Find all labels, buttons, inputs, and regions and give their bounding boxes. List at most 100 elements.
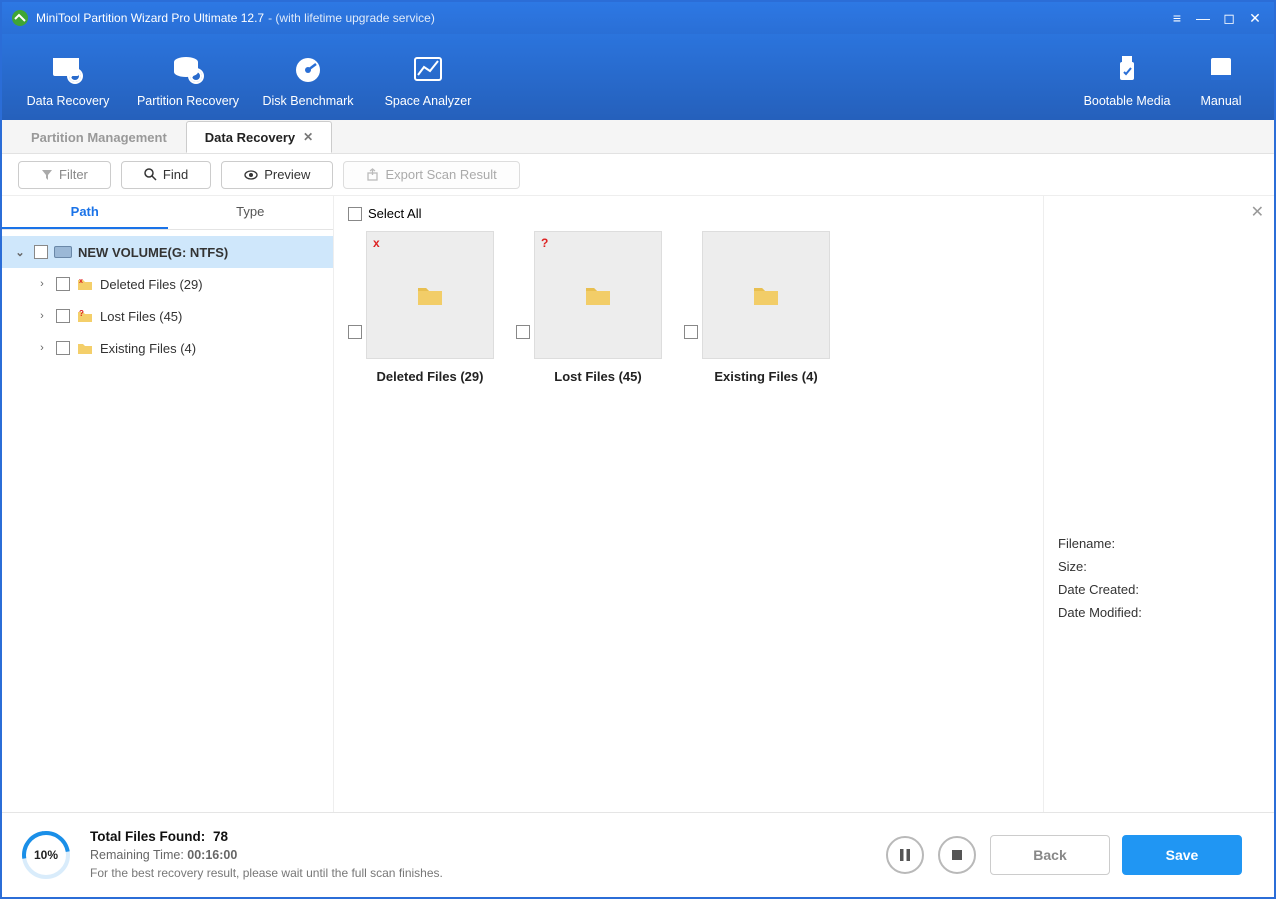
stop-button[interactable] <box>938 836 976 874</box>
cards-grid: x Deleted Files (29) ? Lost Files (45) <box>348 227 1029 384</box>
pause-button[interactable] <box>886 836 924 874</box>
ribbon-toolbar: Data Recovery Partition Recovery Disk Be… <box>2 34 1274 120</box>
card-existing-files[interactable] <box>702 231 830 359</box>
tree-label: Deleted Files (29) <box>100 277 203 292</box>
close-details-button[interactable]: ✕ <box>1251 202 1264 222</box>
save-button[interactable]: Save <box>1122 835 1242 875</box>
tree-view: ⌄ NEW VOLUME(G: NTFS) › x Deleted Files … <box>2 230 333 370</box>
tree-label: Existing Files (4) <box>100 341 196 356</box>
sidebar-subtabs: Path Type <box>2 196 333 230</box>
tree-item-deleted[interactable]: › x Deleted Files (29) <box>24 268 333 300</box>
chevron-right-icon[interactable]: › <box>34 278 50 290</box>
tool-partition-recovery[interactable]: Partition Recovery <box>128 46 248 108</box>
filter-button[interactable]: Filter <box>18 161 111 189</box>
menu-icon[interactable]: ≡ <box>1166 7 1188 29</box>
card-deleted-files[interactable]: x <box>366 231 494 359</box>
tool-label: Bootable Media <box>1080 94 1174 108</box>
deleted-badge-icon: x <box>373 236 380 250</box>
subtab-type[interactable]: Type <box>168 196 334 229</box>
chevron-down-icon[interactable]: ⌄ <box>12 246 28 259</box>
search-icon <box>144 168 157 181</box>
usb-icon <box>1080 50 1174 88</box>
button-label: Find <box>163 167 188 182</box>
tab-data-recovery[interactable]: Data Recovery ✕ <box>186 121 332 153</box>
tab-partition-management[interactable]: Partition Management <box>12 121 186 153</box>
button-label: Export Scan Result <box>385 167 496 182</box>
tool-data-recovery[interactable]: Data Recovery <box>8 46 128 108</box>
detail-filename: Filename: <box>1058 536 1260 551</box>
select-all-checkbox[interactable] <box>348 207 362 221</box>
minimize-button[interactable]: — <box>1192 7 1214 29</box>
book-icon <box>1174 50 1268 88</box>
window-subtitle: - (with lifetime upgrade service) <box>268 11 435 25</box>
tree-root[interactable]: ⌄ NEW VOLUME(G: NTFS) <box>2 236 333 268</box>
preview-button[interactable]: Preview <box>221 161 333 189</box>
close-icon[interactable]: ✕ <box>303 130 313 144</box>
tool-label: Space Analyzer <box>368 94 488 108</box>
footer-hint: For the best recovery result, please wai… <box>90 866 443 880</box>
total-files-value: 78 <box>213 829 228 844</box>
card-checkbox[interactable] <box>684 325 698 339</box>
tool-manual[interactable]: Manual <box>1174 46 1268 108</box>
card-item: Existing Files (4) <box>684 231 830 384</box>
export-icon <box>366 168 379 181</box>
tool-label: Disk Benchmark <box>248 94 368 108</box>
action-bar: Filter Find Preview Export Scan Result <box>2 154 1274 196</box>
checkbox[interactable] <box>56 277 70 291</box>
tool-bootable-media[interactable]: Bootable Media <box>1080 46 1174 108</box>
folder-icon <box>752 283 780 307</box>
select-all-row: Select All <box>348 206 1029 221</box>
remaining-time-value: 00:16:00 <box>187 848 237 862</box>
chevron-right-icon[interactable]: › <box>34 310 50 322</box>
folder-deleted-icon: x <box>76 276 94 292</box>
find-button[interactable]: Find <box>121 161 211 189</box>
card-item: x Deleted Files (29) <box>348 231 494 384</box>
folder-icon <box>584 283 612 307</box>
card-label: Deleted Files (29) <box>377 369 484 384</box>
content-pane: Select All x Deleted Files (29) ? <box>334 196 1044 812</box>
checkbox[interactable] <box>34 245 48 259</box>
folder-icon <box>76 340 94 356</box>
detail-modified: Date Modified: <box>1058 605 1260 620</box>
card-lost-files[interactable]: ? <box>534 231 662 359</box>
button-label: Filter <box>59 167 88 182</box>
progress-ring: 10% <box>22 831 70 879</box>
detail-created: Date Created: <box>1058 582 1260 597</box>
tool-disk-benchmark[interactable]: Disk Benchmark <box>248 46 368 108</box>
subtab-path[interactable]: Path <box>2 196 168 229</box>
svg-text:x: x <box>79 278 83 285</box>
document-tabs: Partition Management Data Recovery ✕ <box>2 120 1274 154</box>
drive-icon <box>54 244 72 260</box>
export-button: Export Scan Result <box>343 161 519 189</box>
tool-space-analyzer[interactable]: Space Analyzer <box>368 46 488 108</box>
back-button[interactable]: Back <box>990 835 1110 875</box>
folder-icon <box>416 283 444 307</box>
close-button[interactable]: ✕ <box>1244 7 1266 29</box>
tree-item-existing[interactable]: › Existing Files (4) <box>24 332 333 364</box>
funnel-icon <box>41 169 53 181</box>
button-label: Preview <box>264 167 310 182</box>
app-logo-icon <box>10 8 30 28</box>
tree-item-lost[interactable]: › ? Lost Files (45) <box>24 300 333 332</box>
detail-size: Size: <box>1058 559 1260 574</box>
card-item: ? Lost Files (45) <box>516 231 662 384</box>
details-pane: ✕ Filename: Size: Date Created: Date Mod… <box>1044 196 1274 812</box>
select-all-label: Select All <box>368 206 421 221</box>
progress-percent: 10% <box>26 835 66 875</box>
card-checkbox[interactable] <box>516 325 530 339</box>
checkbox[interactable] <box>56 309 70 323</box>
tree-label: Lost Files (45) <box>100 309 182 324</box>
titlebar: MiniTool Partition Wizard Pro Ultimate 1… <box>2 2 1274 34</box>
chevron-right-icon[interactable]: › <box>34 342 50 354</box>
folder-lost-icon: ? <box>76 308 94 324</box>
card-checkbox[interactable] <box>348 325 362 339</box>
footer: 10% Total Files Found: 78 Remaining Time… <box>2 812 1274 896</box>
total-files-label: Total Files Found: <box>90 829 205 844</box>
checkbox[interactable] <box>56 341 70 355</box>
data-recovery-icon <box>8 50 128 88</box>
partition-recovery-icon <box>128 50 248 88</box>
disk-benchmark-icon <box>248 50 368 88</box>
tab-label: Partition Management <box>31 130 167 145</box>
maximize-button[interactable]: ◻ <box>1218 7 1240 29</box>
window-title: MiniTool Partition Wizard Pro Ultimate 1… <box>36 11 264 25</box>
